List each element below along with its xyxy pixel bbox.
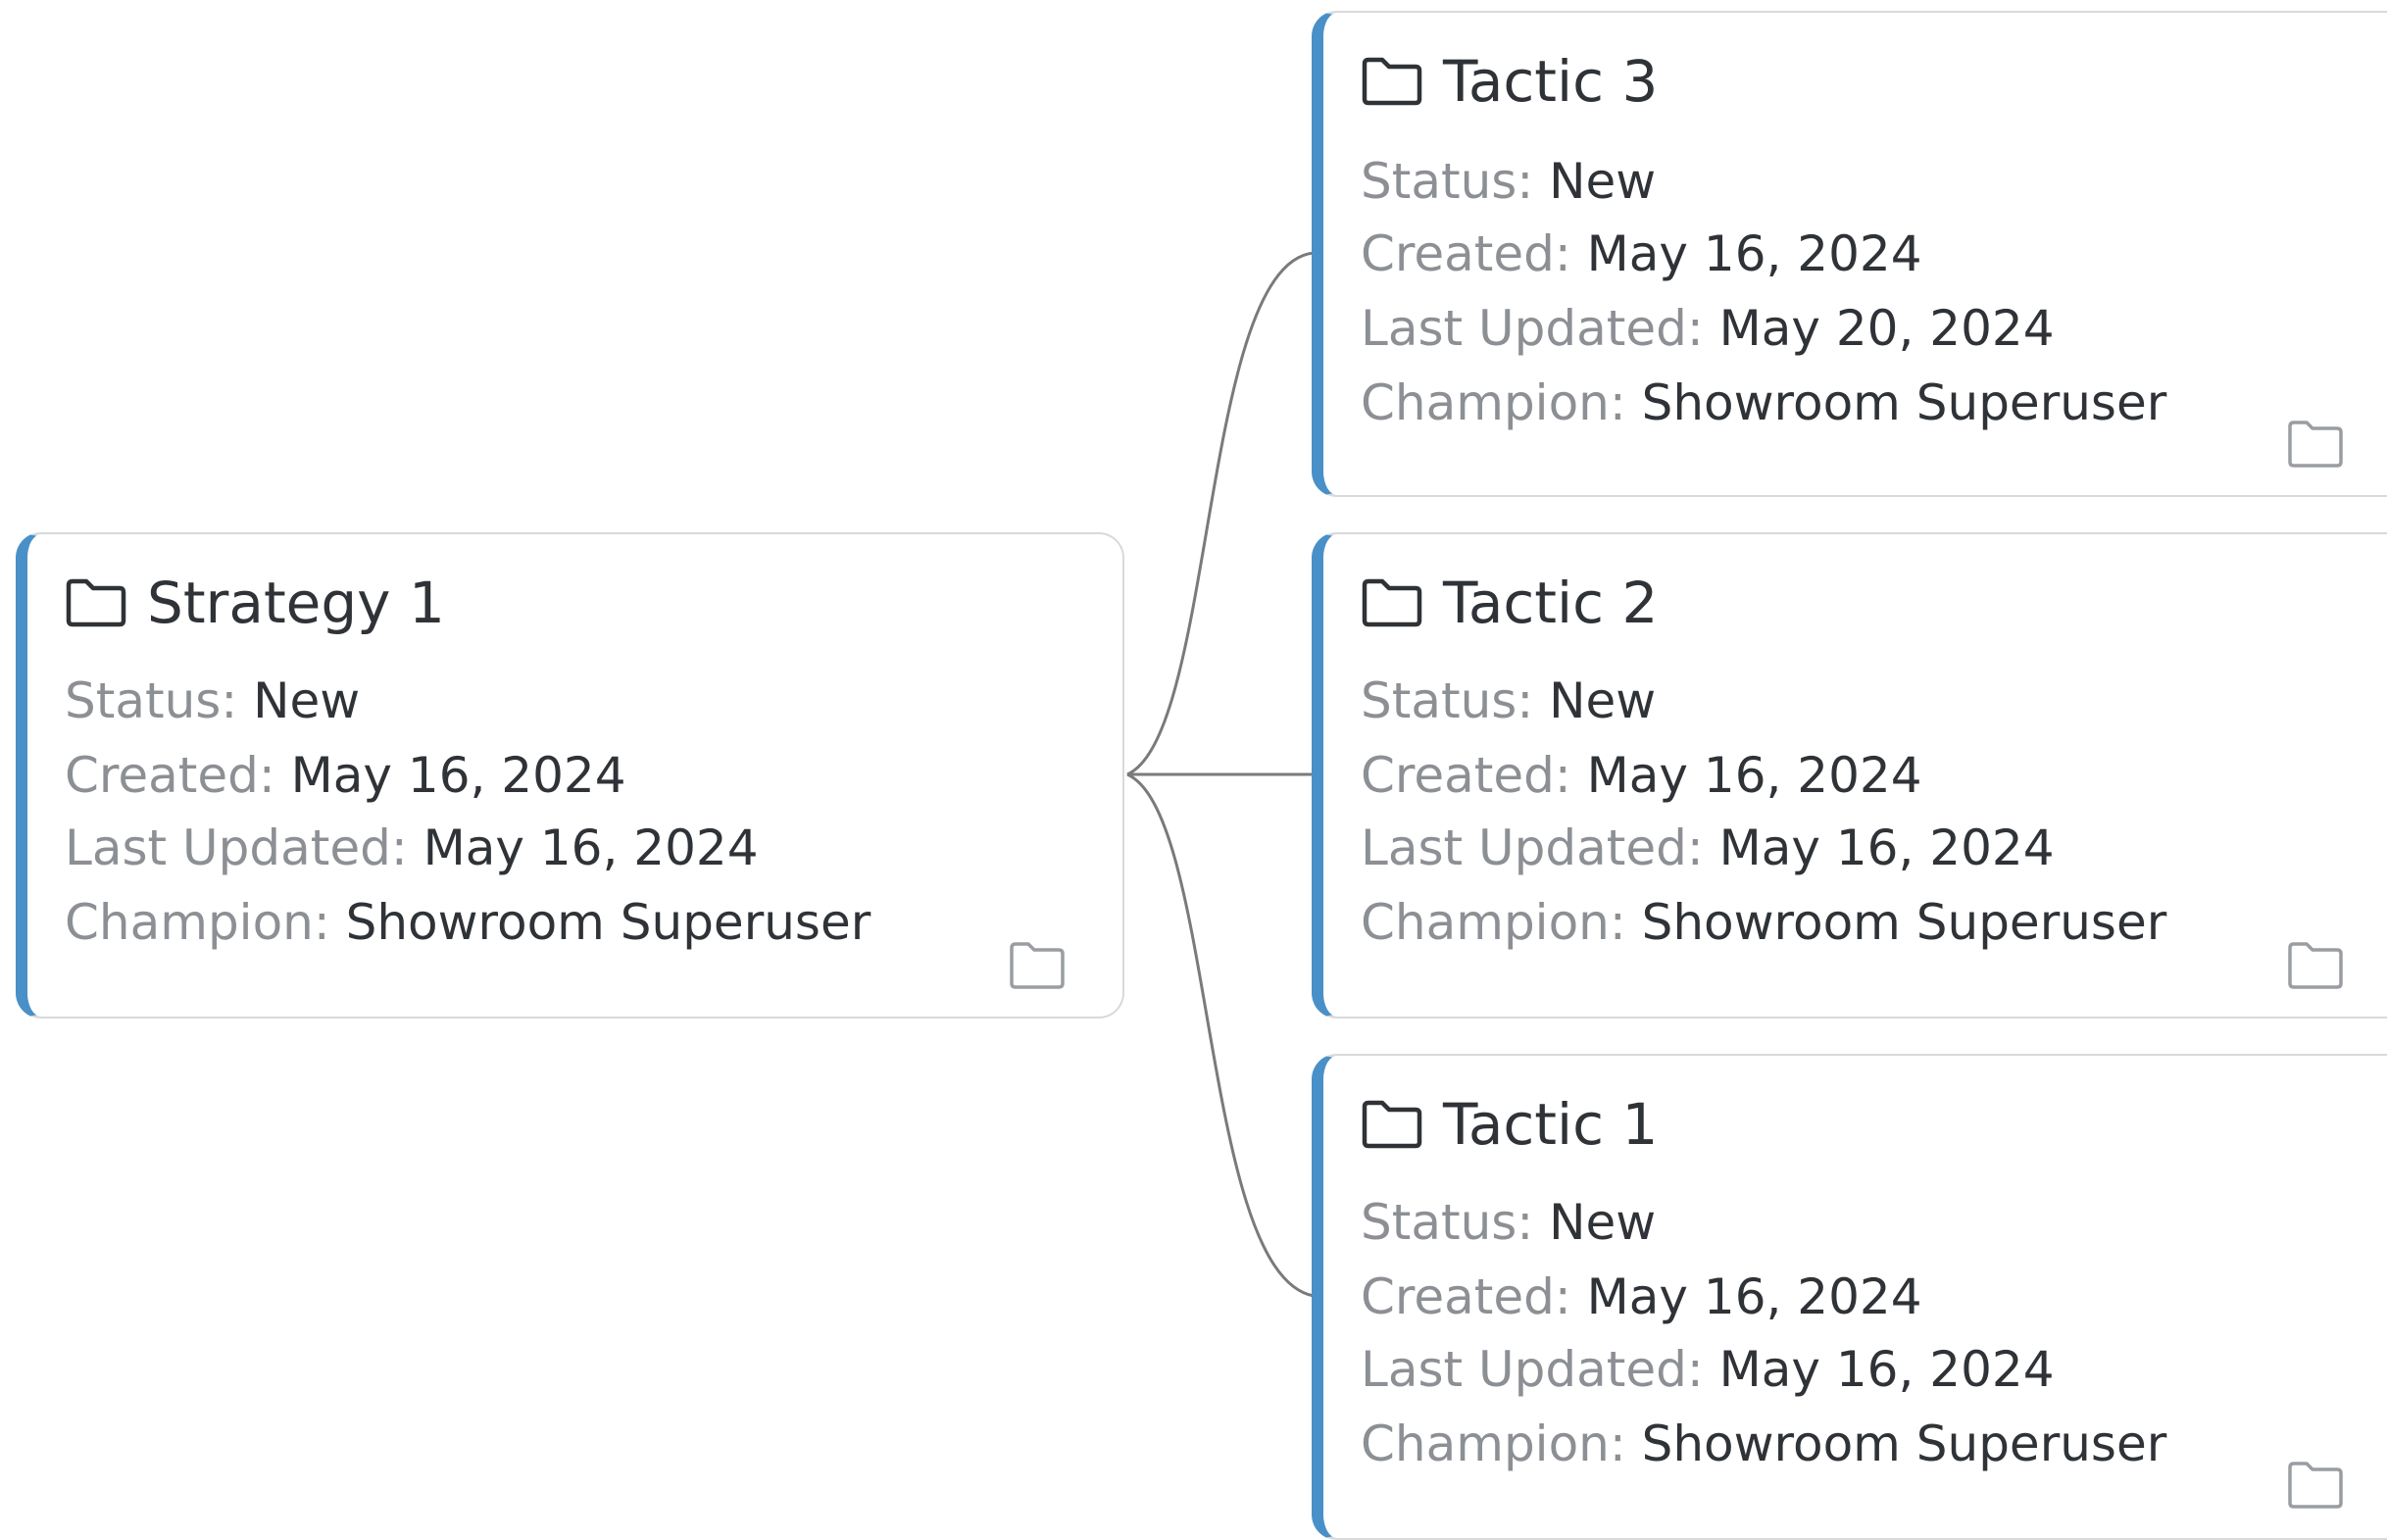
champion-field: Champion: Showroom Superuser (1361, 894, 2167, 951)
card-title-text: Tactic 1 (1443, 1091, 1659, 1158)
tactic-card[interactable]: Tactic 2 Status: New Created: May 16, 20… (1312, 532, 2387, 1018)
card-title-text: Tactic 3 (1443, 48, 1659, 115)
last-updated-field: Last Updated: May 20, 2024 (1361, 300, 2055, 357)
last-updated-field: Last Updated: May 16, 2024 (1361, 820, 2055, 876)
status-field: Status: New (1361, 1194, 1657, 1251)
folder-icon (1361, 56, 1423, 107)
created-field: Created: May 16, 2024 (1361, 1268, 1922, 1325)
folder-icon[interactable] (2286, 419, 2345, 470)
created-field: Created: May 16, 2024 (1361, 747, 1922, 804)
champion-field: Champion: Showroom Superuser (1361, 1416, 2167, 1472)
created-field: Created: May 16, 2024 (65, 747, 626, 804)
status-field: Status: New (1361, 672, 1657, 729)
card-title-text: Strategy 1 (147, 570, 445, 636)
folder-icon[interactable] (2286, 940, 2345, 991)
card-title: Tactic 2 (1361, 568, 1658, 638)
card-title: Tactic 1 (1361, 1089, 1658, 1160)
created-field: Created: May 16, 2024 (1361, 225, 1922, 282)
connector-strategy-to-tactic-3 (1126, 251, 1315, 776)
tactic-card[interactable]: Tactic 1 Status: New Created: May 16, 20… (1312, 1054, 2387, 1540)
folder-icon[interactable] (1008, 940, 1067, 991)
card-title-text: Tactic 2 (1443, 570, 1659, 636)
champion-field: Champion: Showroom Superuser (65, 894, 871, 951)
card-title: Strategy 1 (65, 568, 445, 638)
folder-icon (1361, 1099, 1423, 1150)
folder-icon (1361, 577, 1423, 628)
strategy-card[interactable]: Strategy 1 Status: New Created: May 16, … (16, 532, 1124, 1018)
status-field: Status: New (1361, 153, 1657, 210)
tactic-card[interactable]: Tactic 3 Status: New Created: May 16, 20… (1312, 11, 2387, 497)
card-title: Tactic 3 (1361, 46, 1658, 117)
folder-icon[interactable] (2286, 1460, 2345, 1511)
status-field: Status: New (65, 672, 361, 729)
connector-strategy-to-tactic-1 (1126, 772, 1315, 1298)
last-updated-field: Last Updated: May 16, 2024 (65, 820, 759, 876)
last-updated-field: Last Updated: May 16, 2024 (1361, 1341, 2055, 1398)
folder-icon (65, 577, 127, 628)
champion-field: Champion: Showroom Superuser (1361, 374, 2167, 431)
